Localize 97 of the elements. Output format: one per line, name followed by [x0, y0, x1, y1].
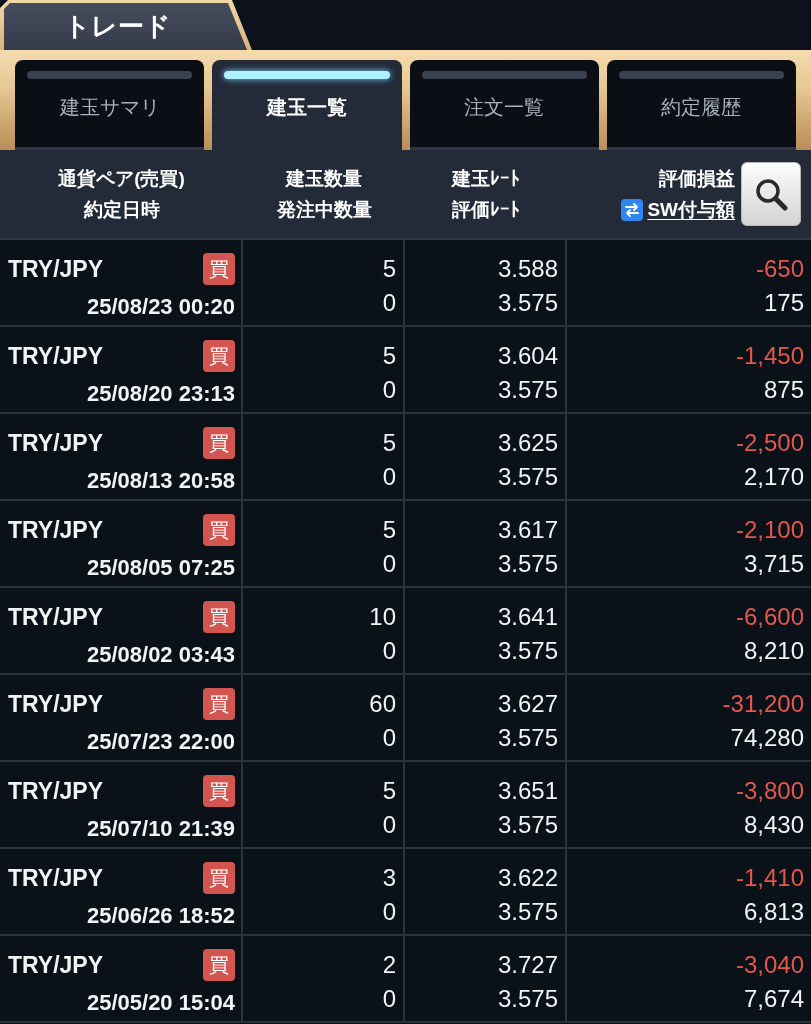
position-quantity: 5 [382, 342, 396, 370]
profit-loss: -2,500 [735, 429, 804, 457]
pending-quantity: 0 [382, 550, 396, 578]
trade-datetime: 25/08/23 00:20 [86, 294, 235, 320]
trade-datetime: 25/08/02 03:43 [86, 642, 235, 668]
profit-loss: -31,200 [722, 690, 804, 718]
swap-amount: 74,280 [730, 724, 804, 752]
profit-loss: -650 [755, 255, 804, 283]
valuation-rate: 3.575 [497, 898, 558, 926]
pending-quantity: 0 [382, 724, 396, 752]
column-header: 建玉数量 [286, 167, 362, 191]
swap-amount: 6,813 [743, 898, 804, 926]
trade-datetime: 25/08/13 20:58 [86, 468, 235, 494]
trade-datetime: 25/08/05 07:25 [86, 555, 235, 581]
side-badge: 買 [203, 427, 235, 459]
currency-pair: TRY/JPY [8, 951, 103, 979]
pending-quantity: 0 [382, 898, 396, 926]
swap-amount: 8,430 [743, 811, 804, 839]
valuation-rate: 3.575 [497, 289, 558, 317]
trade-datetime: 25/08/20 23:13 [86, 381, 235, 407]
swap-amount: 7,674 [743, 985, 804, 1013]
pending-quantity: 0 [382, 985, 396, 1013]
entry-rate: 3.625 [497, 429, 558, 457]
profit-loss: -3,800 [735, 777, 804, 805]
column-header: 発注中数量 [276, 198, 372, 222]
entry-rate: 3.627 [497, 690, 558, 718]
side-badge: 買 [203, 253, 235, 285]
trade-datetime: 25/07/10 21:39 [86, 816, 235, 842]
profit-loss: -1,410 [735, 864, 804, 892]
entry-rate: 3.727 [497, 951, 558, 979]
profit-loss: -2,100 [735, 516, 804, 544]
valuation-rate: 3.575 [497, 724, 558, 752]
tab[interactable]: 建玉サマリ [15, 60, 205, 150]
tab[interactable]: 建玉一覧 [212, 60, 402, 150]
position-quantity: 60 [369, 690, 396, 718]
pending-quantity: 0 [382, 463, 396, 491]
currency-pair: TRY/JPY [8, 516, 103, 544]
column-header: 約定日時 [83, 198, 160, 222]
position-quantity: 10 [369, 603, 396, 631]
position-quantity: 2 [382, 951, 396, 979]
currency-pair: TRY/JPY [8, 255, 103, 283]
currency-pair: TRY/JPY [8, 777, 103, 805]
valuation-rate: 3.575 [497, 637, 558, 665]
currency-pair: TRY/JPY [8, 429, 103, 457]
tab[interactable]: 注文一覧 [409, 60, 599, 150]
column-header: 建玉ﾚｰﾄ [452, 167, 520, 191]
tab[interactable]: 約定履歴 [606, 60, 796, 150]
column-header: 評価ﾚｰﾄ [452, 198, 520, 222]
profit-loss: -1,450 [735, 342, 804, 370]
pending-quantity: 0 [382, 376, 396, 404]
swap-amount-link[interactable]: SW付与額 [621, 194, 735, 225]
search-button[interactable] [741, 162, 801, 226]
currency-pair: TRY/JPY [8, 864, 103, 892]
side-badge: 買 [203, 340, 235, 372]
position-quantity: 5 [382, 255, 396, 283]
trade-datetime: 25/06/26 18:52 [86, 903, 235, 929]
swap-amount: 3,715 [743, 550, 804, 578]
profit-loss: -6,600 [735, 603, 804, 631]
currency-pair: TRY/JPY [8, 690, 103, 718]
column-header: 評価損益 [659, 167, 735, 191]
profit-loss: -3,040 [735, 951, 804, 979]
position-quantity: 3 [382, 864, 396, 892]
entry-rate: 3.622 [497, 864, 558, 892]
column-header: 通貨ペア(売買) [58, 167, 185, 191]
pending-quantity: 0 [382, 637, 396, 665]
valuation-rate: 3.575 [497, 811, 558, 839]
side-badge: 買 [203, 862, 235, 894]
side-badge: 買 [203, 775, 235, 807]
trade-datetime: 25/05/20 15:04 [86, 990, 235, 1016]
swap-amount: 875 [763, 376, 804, 404]
swap-amount: 2,170 [743, 463, 804, 491]
search-icon [754, 177, 788, 211]
position-quantity: 5 [382, 429, 396, 457]
valuation-rate: 3.575 [497, 463, 558, 491]
swap-arrows-icon [621, 198, 644, 221]
entry-rate: 3.617 [497, 516, 558, 544]
entry-rate: 3.651 [497, 777, 558, 805]
side-badge: 買 [203, 688, 235, 720]
side-badge: 買 [203, 514, 235, 546]
entry-rate: 3.604 [497, 342, 558, 370]
position-quantity: 5 [382, 516, 396, 544]
pending-quantity: 0 [382, 811, 396, 839]
entry-rate: 3.641 [497, 603, 558, 631]
currency-pair: TRY/JPY [8, 342, 103, 370]
currency-pair: TRY/JPY [8, 603, 103, 631]
pending-quantity: 0 [382, 289, 396, 317]
trade-datetime: 25/07/23 22:00 [86, 729, 235, 755]
swap-amount: 175 [763, 289, 804, 317]
valuation-rate: 3.575 [497, 376, 558, 404]
valuation-rate: 3.575 [497, 550, 558, 578]
swap-amount: 8,210 [743, 637, 804, 665]
position-quantity: 5 [382, 777, 396, 805]
entry-rate: 3.588 [497, 255, 558, 283]
valuation-rate: 3.575 [497, 985, 558, 1013]
section-tab[interactable]: トレード [0, 0, 252, 50]
side-badge: 買 [203, 601, 235, 633]
side-badge: 買 [203, 949, 235, 981]
